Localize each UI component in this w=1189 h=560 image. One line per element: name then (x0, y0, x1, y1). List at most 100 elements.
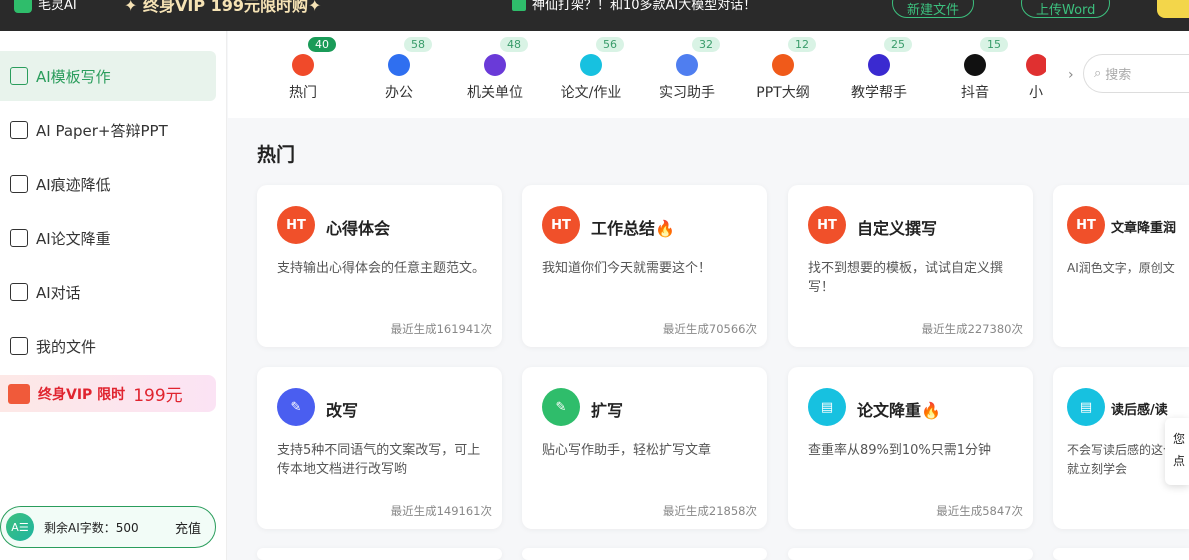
category-label: 实习助手 (659, 85, 715, 101)
gift-icon (8, 383, 30, 404)
template-card[interactable] (522, 548, 767, 560)
quota-panel: A☰ 剩余AI字数：500 充值 (0, 506, 216, 548)
logo-icon (14, 0, 32, 13)
category-icon (868, 54, 890, 76)
count-badge: 58 (404, 37, 432, 52)
sidebar-item-label: AI Paper+答辩PPT (36, 121, 168, 140)
category-icon (772, 54, 794, 76)
recharge-button[interactable]: 充值 (175, 518, 201, 537)
sidebar-item[interactable]: AI论文降重 (0, 213, 216, 263)
notice[interactable]: 神仙打架？！和10多款AI大模型对话！ (512, 0, 756, 13)
card-title: 扩写 (591, 401, 624, 420)
sidebar-item[interactable]: AI对话 (0, 267, 216, 317)
template-card[interactable] (788, 548, 1033, 560)
card-title: 读后感/读 (1111, 403, 1168, 418)
category-label: 教学帮手 (851, 85, 907, 101)
paper-icon (10, 121, 28, 139)
template-card[interactable]: HT 心得体会 支持输出心得体会的任意主题范文。 最近生成161941次 (257, 185, 502, 347)
tooltip-line: 点 (1173, 454, 1186, 468)
vip-price: 199元 (133, 386, 183, 406)
category-icon (1026, 54, 1046, 76)
app-logo[interactable]: 毛灵AI (14, 0, 77, 13)
template-card[interactable]: ✎ 改写支持5种不同语气的文案改写，可上传本地文档进行改写哟最近生成149161次 (257, 367, 502, 529)
category-label: 办公 (385, 85, 413, 101)
user-button[interactable] (1157, 0, 1189, 18)
template-icon: ▤ (1067, 388, 1105, 426)
category-icon (676, 54, 698, 76)
category-icon (292, 54, 314, 76)
template-icon (10, 67, 28, 85)
category-label: 热门 (289, 85, 317, 101)
sidebar-item-label: AI论文降重 (36, 229, 111, 248)
search-placeholder: 搜索 (1105, 68, 1132, 83)
upload-word-button[interactable]: 上传Word (1021, 0, 1111, 18)
category-bar: 小 15 抖音 25 教学帮手 12 PPT大纲 32 实习助手 56 论文/作业 48 机关单位 58 办… (228, 31, 1189, 118)
category-label: 机关单位 (467, 85, 523, 101)
quota-label: 剩余AI字数：500 (44, 520, 139, 535)
app-name: 毛灵AI (38, 0, 77, 13)
card-desc: 找不到想要的模板，试试自定义撰写！ (808, 261, 1004, 295)
search-input[interactable]: ⌕ 搜索 (1083, 54, 1189, 93)
template-card[interactable] (1053, 548, 1189, 560)
card-desc: 我知道你们今天就需要这个！ (542, 261, 712, 276)
count-badge: 40 (308, 37, 336, 52)
category-tab[interactable]: 58 办公 (354, 31, 444, 102)
count-badge: 25 (884, 37, 912, 52)
sidebar-item[interactable]: AI模板写作 (0, 51, 216, 101)
card-title: 论文降重🔥 (857, 401, 941, 420)
avatar: A☰ (6, 513, 34, 541)
category-tab[interactable]: 56 论文/作业 (546, 31, 636, 102)
category-label: 论文/作业 (560, 85, 622, 101)
card-usage-count: 最近生成227380次 (921, 322, 1023, 336)
template-icon: HT (1067, 206, 1105, 244)
category-tab[interactable]: 32 实习助手 (642, 31, 732, 102)
category-tab[interactable]: 15 抖音 (930, 31, 1020, 102)
sidebar-item[interactable]: 我的文件 (0, 321, 216, 371)
category-icon (388, 54, 410, 76)
dedup-icon (10, 229, 28, 247)
chat-icon (10, 283, 28, 301)
vip-offer[interactable]: 终身VIP 限时 199元 (0, 375, 216, 412)
reduce-icon (10, 175, 28, 193)
category-label: PPT大纲 (756, 85, 810, 101)
new-file-button[interactable]: 新建文件 (892, 0, 975, 18)
template-card[interactable]: ✎ 扩写 贴心写作助手，轻松扩写文章 最近生成21858次 (522, 367, 767, 529)
template-card[interactable]: HT 工作总结🔥 我知道你们今天就需要这个！ 最近生成70566次 (522, 185, 767, 347)
template-card[interactable]: ▤ 论文降重🔥 查重率从89%到10%只需1分钟 最近生成5847次 (788, 367, 1033, 529)
category-icon (484, 54, 506, 76)
count-badge: 32 (692, 37, 720, 52)
card-usage-count: 最近生成149161次 (390, 504, 492, 518)
section-title: 热门 (257, 144, 296, 166)
category-icon (580, 54, 602, 76)
sidebar-item[interactable]: AI Paper+答辩PPT (0, 105, 216, 155)
card-desc: AI润色文字，原创文 (1067, 261, 1175, 275)
category-icon (964, 54, 986, 76)
category-tab[interactable]: 48 机关单位 (450, 31, 540, 102)
tooltip: 您点 (1165, 418, 1189, 485)
card-desc: 查重率从89%到10%只需1分钟 (808, 443, 992, 458)
template-card[interactable]: HT 文章降重润 AI润色文字，原创文 (1053, 185, 1189, 347)
template-card[interactable]: HT 自定义撰写 找不到想要的模板，试试自定义撰写！ 最近生成227380次 (788, 185, 1033, 347)
template-card[interactable] (257, 548, 502, 560)
card-desc: 支持5种不同语气的文案改写，可上传本地文档进行改写哟 (277, 443, 481, 477)
chevron-right-icon[interactable]: › (1068, 67, 1074, 83)
tooltip-line: 您 (1173, 432, 1186, 446)
template-icon: HT (542, 206, 580, 244)
count-badge: 12 (788, 37, 816, 52)
card-usage-count: 最近生成161941次 (390, 322, 492, 336)
notice-icon (512, 0, 526, 11)
sidebar-item-label: AI模板写作 (36, 67, 111, 86)
category-tab[interactable]: 40 热门 (258, 31, 348, 102)
card-title: 改写 (326, 401, 359, 420)
category-label: 小 (1029, 85, 1043, 101)
template-icon: ✎ (277, 388, 315, 426)
card-desc: 贴心写作助手，轻松扩写文章 (542, 443, 712, 458)
vip-promo-banner[interactable]: ✦ 终身VIP 199元限时购✦ (124, 0, 321, 16)
category-tab[interactable]: 12 PPT大纲 (738, 31, 828, 102)
count-badge: 56 (596, 37, 624, 52)
category-tab[interactable]: 25 教学帮手 (834, 31, 924, 102)
card-usage-count: 最近生成21858次 (662, 504, 757, 518)
category-tab[interactable]: 小 (1026, 31, 1046, 102)
sidebar-item-label: AI对话 (36, 283, 81, 302)
sidebar-item[interactable]: AI痕迹降低 (0, 159, 216, 209)
